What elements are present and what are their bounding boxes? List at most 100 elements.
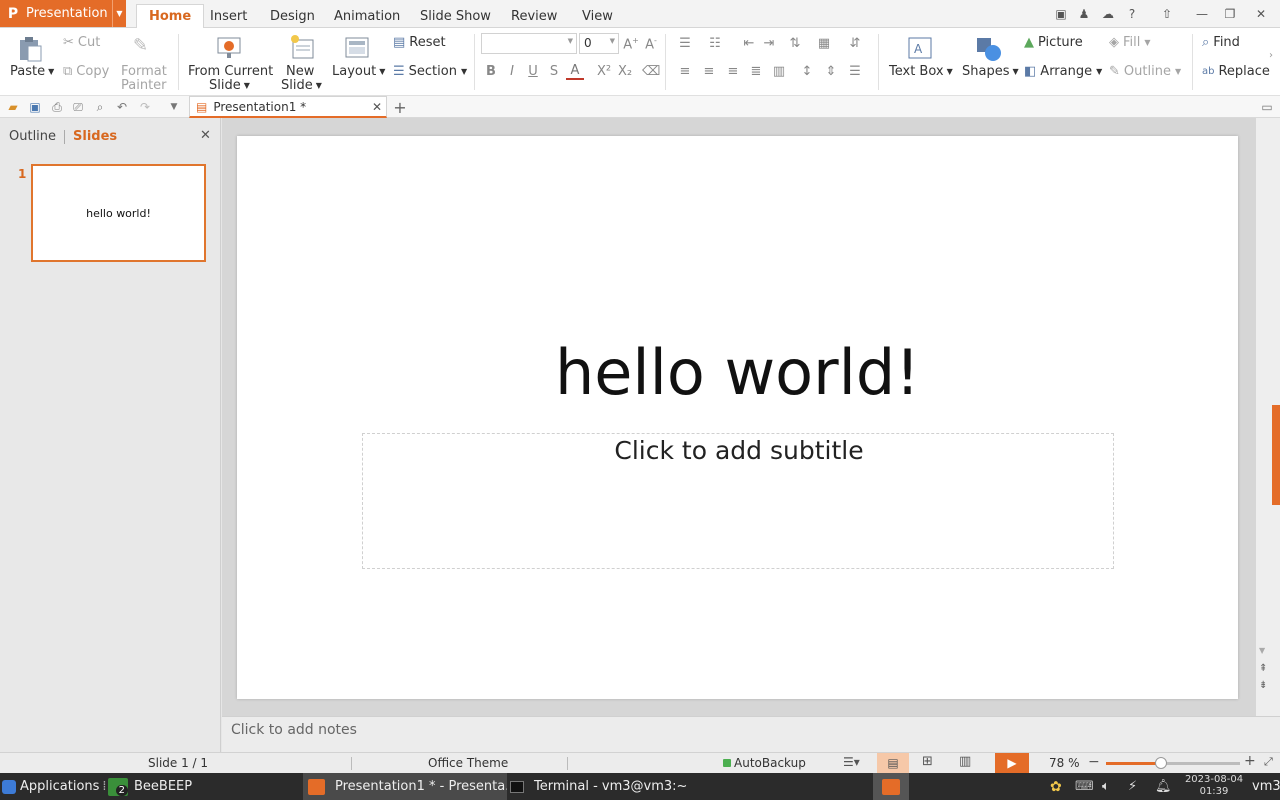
scroll-down-arrow-icon[interactable]: ▼ <box>1259 646 1265 655</box>
next-slide-icon[interactable]: ⇟ <box>1259 680 1267 691</box>
clock[interactable]: 2023-08-04 01:39 <box>1183 774 1245 798</box>
tab-slides[interactable]: Slides <box>73 129 117 144</box>
collapse-ribbon-icon[interactable]: ⇧ <box>1158 5 1176 23</box>
tab-home[interactable]: Home <box>136 4 205 28</box>
layout-icon[interactable] <box>345 36 369 60</box>
tab-review[interactable]: Review <box>499 4 569 28</box>
beebeep-tray-icon[interactable]: ✿ <box>1050 773 1062 800</box>
zoom-slider[interactable] <box>1106 757 1240 769</box>
zoom-slider-handle[interactable] <box>1155 757 1167 769</box>
columns-icon[interactable]: ▦ <box>815 36 833 51</box>
tab-design[interactable]: Design <box>258 4 327 28</box>
align-left-icon[interactable]: ≡ <box>676 64 694 79</box>
shapes-icon[interactable] <box>976 36 1002 62</box>
app-menu-button[interactable]: P Presentation ▼ <box>0 0 126 27</box>
print-preview-icon[interactable]: ⌕ <box>92 99 108 115</box>
slide[interactable]: hello world! Click to add subtitle <box>237 136 1238 699</box>
redo-icon[interactable]: ↷ <box>137 99 153 115</box>
chevron-down-icon[interactable]: ▼ <box>568 37 573 45</box>
vertical-scrollbar[interactable]: ▼ ⇞ ⇟ <box>1256 118 1280 716</box>
italic-icon[interactable]: I <box>503 64 521 79</box>
slide-title[interactable]: hello world! <box>237 336 1238 409</box>
align-center-icon[interactable]: ≡ <box>700 64 718 79</box>
justify-icon[interactable]: ≣ <box>747 64 765 79</box>
community-icon[interactable]: ☁ <box>1099 5 1117 23</box>
undo-icon[interactable]: ↶ <box>114 99 130 115</box>
text-box-icon[interactable]: A <box>908 36 932 60</box>
bold-icon[interactable]: B <box>482 64 500 79</box>
sort-icon[interactable]: ⇵ <box>846 36 864 51</box>
fit-window-icon[interactable]: ⤢ <box>1264 755 1273 769</box>
new-tab-icon[interactable]: + <box>392 98 408 117</box>
autobackup-button[interactable]: AutoBackup <box>734 756 806 770</box>
beebeep-launcher[interactable]: 2 BeeBEEP <box>108 773 192 800</box>
play-slideshow-icon[interactable]: ▶ <box>995 753 1029 773</box>
notification-bell-icon[interactable]: 🔔︎ <box>1155 773 1172 800</box>
bullets-icon[interactable]: ☰ <box>676 36 694 51</box>
format-painter-label-2[interactable]: Painter <box>121 78 167 93</box>
tab-outline[interactable]: Outline <box>9 129 56 144</box>
slide-thumbnail[interactable]: hello world! <box>31 164 206 262</box>
power-icon[interactable]: ⚡︎ <box>1128 773 1137 800</box>
theme-name[interactable]: Office Theme <box>428 756 508 770</box>
subscript-icon[interactable]: X₂ <box>616 64 634 79</box>
zoom-level[interactable]: 78 % <box>1049 756 1080 770</box>
text-box-button[interactable]: Text Box ▼ <box>889 64 953 79</box>
tab-slide-show[interactable]: Slide Show <box>408 4 503 28</box>
new-slide-label-1[interactable]: New <box>286 64 314 79</box>
reset-button[interactable]: ▤ Reset <box>393 35 446 50</box>
arrange-button[interactable]: ◧ Arrange ▼ <box>1024 64 1102 79</box>
chevron-down-icon[interactable]: ▼ <box>610 37 615 45</box>
font-size-field[interactable]: 0 ▼ <box>579 33 619 54</box>
customize-toolbar-icon[interactable]: ▼ <box>166 99 182 115</box>
notes-toggle-icon[interactable]: ☰▾ <box>843 755 860 769</box>
taskbar-window-presentation[interactable]: Presentation1 * - Presenta... <box>303 773 507 800</box>
distribute-icon[interactable]: ▥ <box>770 64 788 79</box>
format-painter-icon[interactable]: ✎ <box>133 35 153 57</box>
copy-button[interactable]: ⧉ Copy <box>63 64 109 79</box>
font-name-field[interactable]: ▼ <box>481 33 577 54</box>
volume-icon[interactable]: 🔈︎ <box>1102 773 1110 800</box>
paste-icon[interactable] <box>18 36 42 62</box>
increase-indent-icon[interactable]: ⇥ <box>760 36 778 51</box>
minimize-icon[interactable]: — <box>1193 5 1211 23</box>
find-button[interactable]: ⌕ Find <box>1202 35 1240 50</box>
picture-button[interactable]: ▲ Picture <box>1024 35 1083 50</box>
print-icon[interactable]: ⎚ <box>70 99 86 115</box>
normal-view-icon[interactable]: ▤ <box>877 753 909 773</box>
new-slide-button[interactable]: Slide ▼ <box>281 78 322 93</box>
keyboard-icon[interactable]: ⌨ <box>1075 773 1094 800</box>
indent-options-icon[interactable]: ☰ <box>846 64 864 79</box>
layout-button[interactable]: Layout ▼ <box>332 64 385 79</box>
clear-format-icon[interactable]: ⌫ <box>642 64 660 79</box>
active-app-indicator[interactable] <box>873 773 909 800</box>
applications-menu[interactable]: Applications ⁞ <box>2 773 107 800</box>
save-icon[interactable]: ▣ <box>27 99 43 115</box>
decrease-indent-icon[interactable]: ⇤ <box>740 36 758 51</box>
shadow-icon[interactable]: S <box>545 64 563 79</box>
chevron-down-icon[interactable]: ▼ <box>112 0 126 27</box>
underline-icon[interactable]: U <box>524 64 542 79</box>
ribbon-scroll-right-icon[interactable]: › <box>1269 50 1273 61</box>
zoom-out-icon[interactable]: − <box>1088 754 1100 770</box>
font-color-icon[interactable]: A <box>566 63 584 80</box>
align-right-icon[interactable]: ≡ <box>724 64 742 79</box>
decrease-font-icon[interactable]: A- <box>642 36 660 52</box>
tab-insert[interactable]: Insert <box>198 4 259 28</box>
close-tab-icon[interactable]: ✕ <box>368 100 386 114</box>
close-icon[interactable]: ✕ <box>1252 5 1270 23</box>
section-button[interactable]: ☰ Section ▼ <box>393 64 467 79</box>
fill-button[interactable]: ◈ Fill ▼ <box>1109 35 1151 50</box>
user-label[interactable]: vm3 <box>1252 773 1280 800</box>
previous-slide-icon[interactable]: ⇞ <box>1259 663 1267 674</box>
shapes-button[interactable]: Shapes ▼ <box>962 64 1019 79</box>
tab-view[interactable]: View <box>570 4 625 28</box>
zoom-in-icon[interactable]: + <box>1244 753 1256 769</box>
scroll-handle[interactable] <box>1272 405 1280 505</box>
taskbar-window-terminal[interactable]: Terminal - vm3@vm3:~ <box>510 773 687 800</box>
from-current-slide-icon[interactable] <box>217 36 241 60</box>
subtitle-placeholder-box[interactable]: Click to add subtitle <box>362 433 1114 569</box>
paste-button[interactable]: Paste ▼ <box>10 64 54 79</box>
from-current-slide-label-1[interactable]: From Current <box>188 64 273 79</box>
document-tab[interactable]: ▤ Presentation1 * ✕ <box>189 96 387 118</box>
